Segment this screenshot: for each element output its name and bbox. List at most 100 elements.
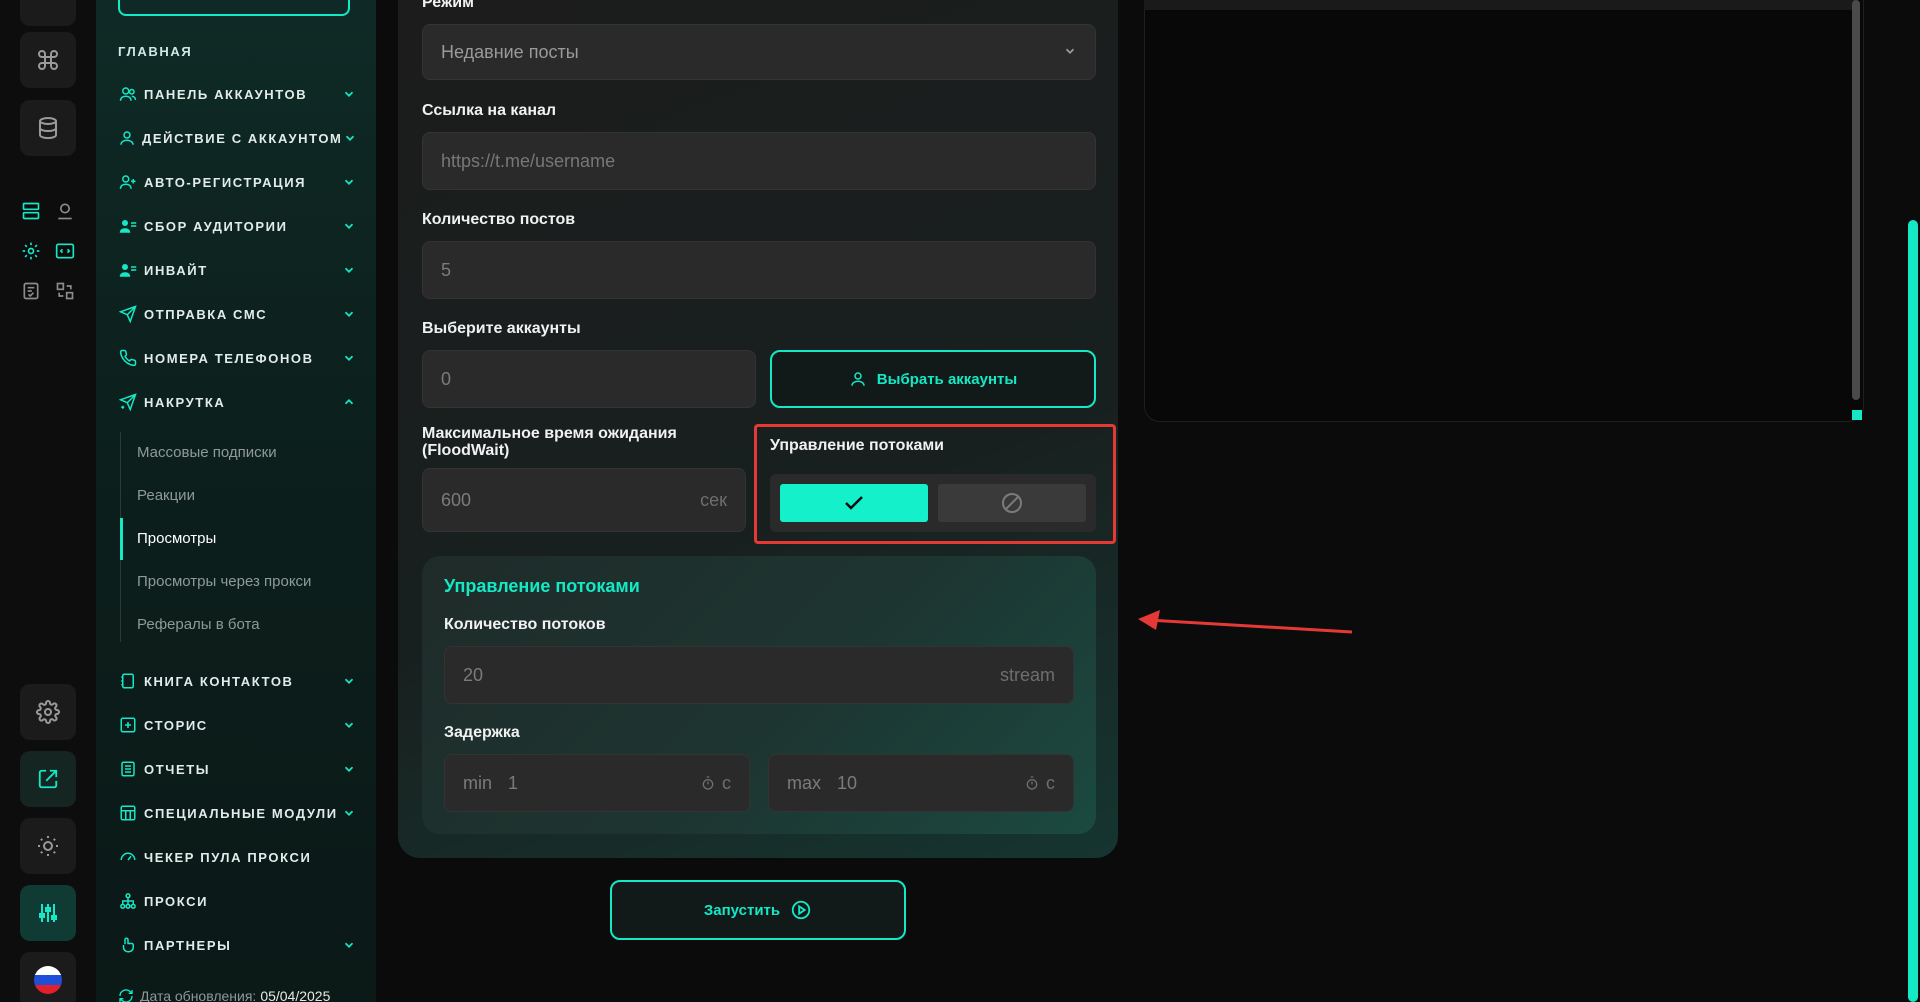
choose-accounts-button[interactable]: Выбрать аккаунты — [770, 350, 1096, 408]
threads-toggle-label: Управление потоками — [770, 437, 945, 454]
check-icon — [842, 491, 866, 515]
book-icon — [118, 671, 138, 691]
sidebar-item-auto-registration[interactable]: АВТО-РЕГИСТРАЦИЯ — [118, 170, 358, 194]
sidebar-item-proxy-checker[interactable]: ЧЕКЕР ПУЛА ПРОКСИ — [118, 845, 358, 869]
external-link-icon[interactable] — [20, 751, 76, 807]
language-flag-icon[interactable] — [20, 952, 76, 1002]
sidebar-item-special-modules[interactable]: СПЕЦИАЛЬНЫЕ МОДУЛИ — [118, 801, 358, 825]
update-value: 05/04/2025 — [260, 988, 331, 1002]
command-icon[interactable] — [20, 32, 76, 88]
timer-icon — [700, 775, 716, 791]
rail-top-button[interactable] — [20, 0, 76, 26]
location-user-icon[interactable] — [54, 200, 76, 222]
sliders-icon[interactable] — [20, 885, 76, 941]
gear-icon[interactable] — [20, 684, 76, 740]
sidebar-item-boost[interactable]: НАКРУТКА — [118, 390, 358, 414]
delay-max-input[interactable]: max 10 с — [768, 754, 1074, 812]
code-window-icon[interactable] — [54, 240, 76, 262]
resize-handle-icon[interactable] — [1852, 410, 1862, 420]
chevron-down-icon — [340, 672, 358, 690]
hand-icon — [118, 935, 138, 955]
floodwait-input[interactable]: 600 сек — [422, 468, 746, 532]
chevron-down-icon — [340, 349, 358, 367]
user-icon — [849, 370, 867, 388]
sidebar-item-contacts[interactable]: КНИГА КОНТАКТОВ — [118, 669, 358, 693]
threads-settings-card: Управление потоками Количество потоков 2… — [422, 556, 1096, 834]
posts-count-input[interactable]: 5 — [422, 241, 1096, 299]
chevron-down-icon — [1063, 42, 1077, 63]
sidebar-item-account-action[interactable]: ДЕЙСТВИЕ С АККАУНТОМ — [118, 126, 358, 150]
play-circle-icon — [790, 899, 812, 921]
threads-count-input[interactable]: 20 stream — [444, 646, 1074, 704]
sidebar-item-partners[interactable]: ПАРТНЕРЫ — [118, 933, 358, 957]
phone-icon — [118, 348, 138, 368]
page-scrollbar[interactable] — [1908, 220, 1918, 1002]
channel-label: Ссылка на канал — [422, 102, 557, 119]
swap-icon[interactable] — [54, 280, 76, 302]
threads-toggle-on-button[interactable] — [780, 484, 928, 522]
log-panel-scrollbar[interactable] — [1852, 0, 1860, 400]
log-panel-header — [1144, 0, 1854, 10]
run-button[interactable]: Запустить — [610, 880, 906, 940]
delay-label: Задержка — [444, 724, 520, 741]
modules-icon — [118, 803, 138, 823]
sun-icon[interactable] — [20, 818, 76, 874]
submenu-item-reactions[interactable]: Реакции — [137, 487, 195, 504]
send-plus-icon — [118, 392, 138, 412]
sidebar-item-accounts-panel[interactable]: ПАНЕЛЬ АККАУНТОВ — [118, 82, 358, 106]
database-icon[interactable] — [20, 100, 76, 156]
chevron-down-icon — [340, 716, 358, 734]
floodwait-label: Максимальное время ожидания (FloodWait) — [422, 425, 677, 459]
channel-link-input[interactable]: https://t.me/username — [422, 132, 1096, 190]
send-icon — [118, 304, 138, 324]
sidebar-item-reports[interactable]: ОТЧЕТЫ — [118, 757, 358, 781]
chevron-down-icon — [340, 217, 358, 235]
network-icon — [118, 891, 138, 911]
user-list-icon — [118, 216, 138, 236]
sidebar-item-sms[interactable]: ОТПРАВКА СМС — [118, 302, 358, 326]
users-icon — [118, 84, 138, 104]
submenu-item-mass-subscriptions[interactable]: Массовые подписки — [137, 444, 277, 461]
annotation-arrow-icon — [1138, 610, 1353, 634]
sidebar-item-proxy[interactable]: ПРОКСИ — [118, 889, 358, 913]
server-list-icon[interactable] — [20, 200, 42, 222]
delay-min-input[interactable]: min 1 с — [444, 754, 750, 812]
app-root: ГЛАВНАЯ ПАНЕЛЬ АККАУНТОВ ДЕЙСТВИЕ С АККА… — [0, 0, 1920, 1002]
update-label: Дата обновления: — [140, 988, 257, 1002]
chevron-down-icon — [340, 173, 358, 191]
chevron-down-icon — [340, 760, 358, 778]
submenu-item-bot-referrals[interactable]: Рефералы в бота — [137, 616, 260, 633]
chevron-up-icon — [340, 393, 358, 411]
posts-count-label: Количество постов — [422, 211, 576, 228]
timer-icon — [1024, 775, 1040, 791]
mode-label: Режим — [422, 0, 474, 11]
threads-count-unit: stream — [999, 664, 1055, 685]
threads-toggle-off-button[interactable] — [938, 484, 1086, 522]
chevron-down-icon — [340, 804, 358, 822]
ban-icon — [1000, 491, 1024, 515]
submenu-item-views[interactable]: Просмотры — [137, 530, 216, 547]
submenu-item-views-proxy[interactable]: Просмотры через прокси — [137, 573, 311, 590]
chevron-down-icon — [342, 129, 358, 147]
sidebar-top-button[interactable] — [118, 0, 350, 16]
threads-count-label: Количество потоков — [444, 616, 606, 633]
settings-gear-icon[interactable] — [20, 240, 42, 262]
chevron-down-icon — [340, 85, 358, 103]
sidebar-section-title: ГЛАВНАЯ — [118, 44, 193, 59]
threads-toggle — [770, 474, 1096, 532]
sidebar-item-audience[interactable]: СБОР АУДИТОРИИ — [118, 214, 358, 238]
plus-square-icon — [118, 715, 138, 735]
icon-rail — [0, 0, 96, 1002]
sidebar-item-phone-numbers[interactable]: НОМЕРА ТЕЛЕФОНОВ — [118, 346, 358, 370]
chevron-down-icon — [340, 261, 358, 279]
user-icon — [118, 128, 136, 148]
checklist-icon[interactable] — [20, 280, 42, 302]
submenu-active-indicator — [120, 518, 123, 560]
mode-select[interactable]: Недавние посты — [422, 24, 1096, 80]
sidebar-item-invite[interactable]: ИНВАЙТ — [118, 258, 358, 282]
report-icon — [118, 759, 138, 779]
sidebar-item-stories[interactable]: СТОРИС — [118, 713, 358, 737]
threads-card-title: Управление потоками — [444, 576, 640, 596]
accounts-label: Выберите аккаунты — [422, 320, 581, 337]
accounts-count-input[interactable]: 0 — [422, 350, 756, 408]
